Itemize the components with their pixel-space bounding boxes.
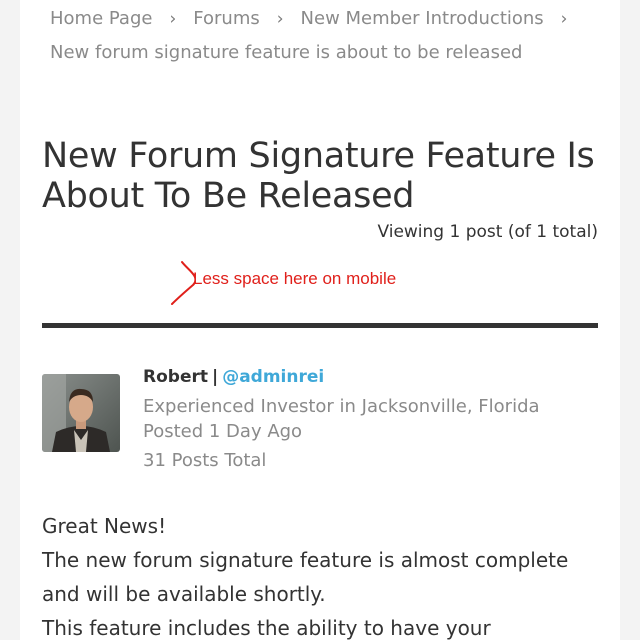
annotation-note: Less space here on mobile (155, 258, 455, 308)
author-separator: | (211, 367, 219, 387)
forum-topic-page: Home Page › Forums › New Member Introduction… (20, 0, 620, 640)
breadcrumb-home-link[interactable]: Home Page (50, 8, 152, 29)
breadcrumb-introductions-link[interactable]: New Member Introductions (301, 8, 544, 29)
avatar[interactable] (42, 374, 120, 452)
post-timestamp: Posted 1 Day Ago (143, 421, 303, 442)
post-body: Great News! The new forum signature feat… (42, 509, 602, 640)
breadcrumb-separator-icon: › (560, 9, 568, 29)
breadcrumb-forums-link[interactable]: Forums (193, 8, 259, 29)
header-divider (42, 323, 598, 328)
post-count-summary: Viewing 1 post (of 1 total) (377, 222, 598, 242)
breadcrumb-current-topic: New forum signature feature is about to … (50, 42, 523, 63)
author-photo-icon (42, 374, 120, 452)
author-role: Experienced Investor in Jacksonville, Fl… (143, 396, 540, 417)
topic-title: New Forum Signature Feature Is About To … (42, 136, 595, 216)
author-post-count: 31 Posts Total (143, 450, 267, 471)
breadcrumb-separator-icon: › (276, 9, 284, 29)
author-name[interactable]: Robert (143, 367, 208, 387)
post-paragraph: Great News! (42, 514, 167, 538)
post-paragraph: The new forum signature feature is almos… (42, 548, 569, 606)
post-paragraph: This feature includes the ability to hav… (42, 616, 491, 640)
author-line: Robert | @adminrei (143, 366, 324, 388)
breadcrumb: Home Page › Forums › New Member Introduction… (50, 2, 610, 70)
red-bracket-mark-icon (171, 261, 197, 305)
author-handle-link[interactable]: @adminrei (222, 367, 324, 387)
annotation-text: Less space here on mobile (193, 269, 397, 288)
breadcrumb-separator-icon: › (169, 9, 177, 29)
